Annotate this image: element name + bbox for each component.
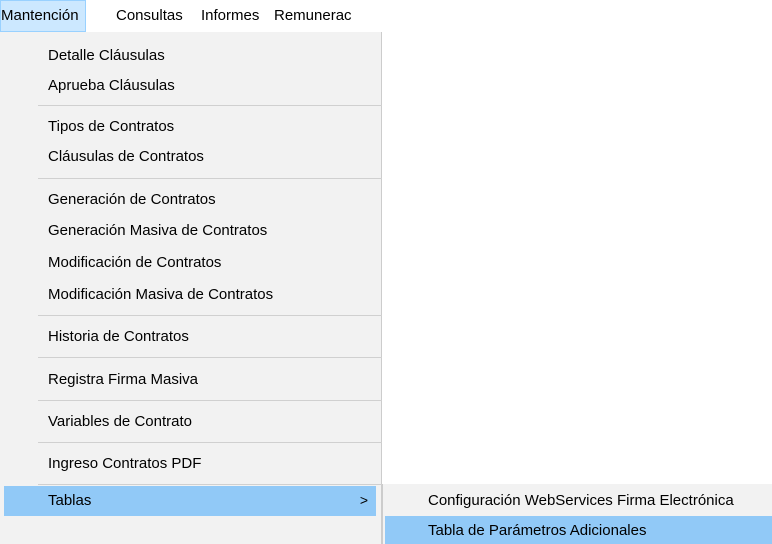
menu-item-historia-contratos[interactable]: Historia de Contratos — [0, 322, 381, 352]
mantencion-dropdown: Detalle Cláusulas Aprueba Cláusulas Tipo… — [0, 32, 382, 544]
menu-separator — [38, 178, 382, 179]
menu-mantencion-label: Mantención — [1, 7, 79, 24]
menu-mantencion[interactable]: Mantención — [0, 0, 86, 32]
menu-item-label: Modificación Masiva de Contratos — [48, 286, 274, 303]
menu-informes[interactable]: Informes — [195, 0, 265, 32]
submenu-arrow-icon: > — [359, 492, 368, 508]
submenu-item-tabla-parametros[interactable]: Tabla de Parámetros Adicionales — [385, 516, 772, 544]
menu-item-generacion-masiva[interactable]: Generación Masiva de Contratos — [0, 216, 381, 246]
menu-item-ingreso-contratos-pdf[interactable]: Ingreso Contratos PDF — [0, 449, 381, 479]
menu-item-label: Historia de Contratos — [48, 328, 189, 345]
menu-item-tipos-contratos[interactable]: Tipos de Contratos — [0, 112, 381, 142]
menu-item-label: Detalle Cláusulas — [48, 47, 165, 64]
menu-item-label: Modificación de Contratos — [48, 254, 222, 271]
menu-separator — [38, 400, 382, 401]
menu-separator — [38, 105, 382, 106]
submenu-item-label: Configuración WebServices Firma Electrón… — [428, 492, 734, 509]
menu-item-registra-firma-masiva[interactable]: Registra Firma Masiva — [0, 365, 381, 395]
menu-remuneraciones[interactable]: Remunerac — [268, 0, 358, 32]
menu-item-label: Variables de Contrato — [48, 413, 192, 430]
menu-item-modificacion-contratos[interactable]: Modificación de Contratos — [0, 248, 381, 278]
menu-item-aprueba-clausulas[interactable]: Aprueba Cláusulas — [0, 71, 381, 101]
menu-item-label: Aprueba Cláusulas — [48, 77, 175, 94]
tablas-submenu: Configuración WebServices Firma Electrón… — [382, 484, 772, 544]
menu-separator — [38, 484, 382, 485]
menu-remuneraciones-label: Remunerac — [274, 7, 352, 24]
menu-item-label: Generación de Contratos — [48, 191, 216, 208]
menu-item-generacion-contratos[interactable]: Generación de Contratos — [0, 185, 381, 215]
menu-item-variables-contrato[interactable]: Variables de Contrato — [0, 407, 381, 437]
menu-item-label: Tablas — [48, 492, 92, 509]
menu-item-tablas[interactable]: Tablas > — [4, 486, 376, 516]
menu-item-detalle-clausulas[interactable]: Detalle Cláusulas — [0, 41, 381, 71]
submenu-item-label: Tabla de Parámetros Adicionales — [428, 522, 647, 539]
menu-item-label: Registra Firma Masiva — [48, 371, 199, 388]
menu-item-label: Ingreso Contratos PDF — [48, 455, 202, 472]
menu-separator — [38, 442, 382, 443]
menu-consultas-label: Consultas — [116, 7, 183, 24]
menu-item-label: Tipos de Contratos — [48, 118, 175, 135]
menu-item-label: Generación Masiva de Contratos — [48, 222, 268, 239]
menu-separator — [38, 315, 382, 316]
menu-item-clausulas-contratos[interactable]: Cláusulas de Contratos — [0, 142, 381, 172]
menu-informes-label: Informes — [201, 7, 260, 24]
menu-item-label: Cláusulas de Contratos — [48, 148, 204, 165]
menu-separator — [38, 357, 382, 358]
menu-consultas[interactable]: Consultas — [110, 0, 189, 32]
submenu-item-configuracion-webservices[interactable]: Configuración WebServices Firma Electrón… — [383, 486, 772, 516]
menu-item-modificacion-masiva[interactable]: Modificación Masiva de Contratos — [0, 280, 381, 310]
menu-bar: Mantención Consultas Informes Remunerac — [0, 0, 390, 32]
